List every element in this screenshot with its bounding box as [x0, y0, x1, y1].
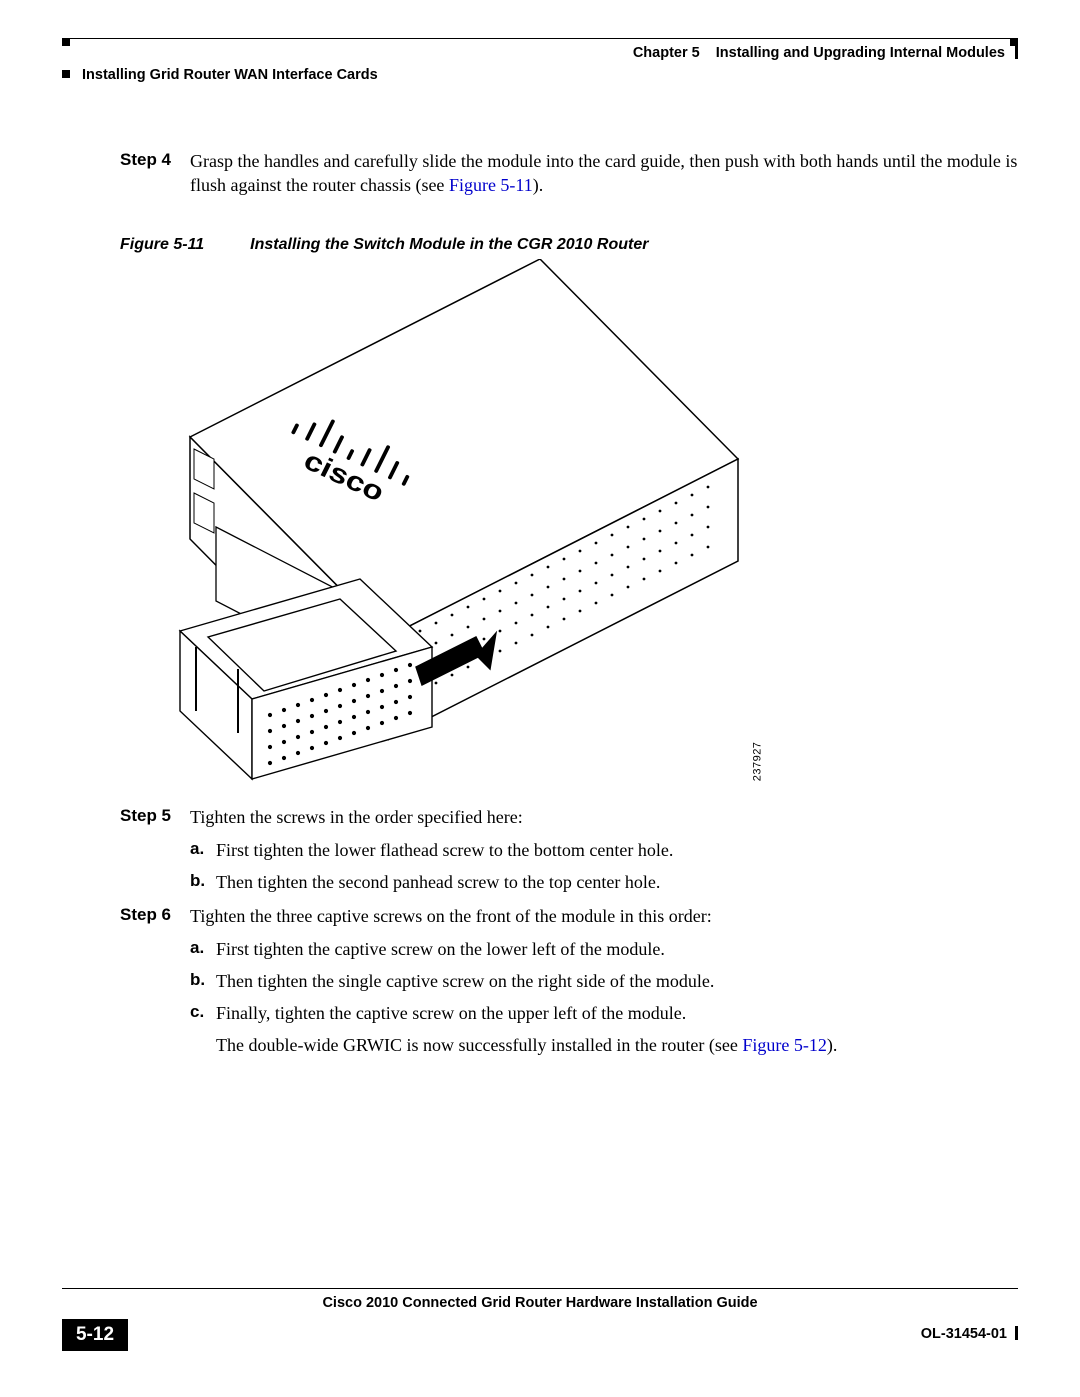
list-marker: b.	[190, 969, 216, 993]
footer-title: Cisco 2010 Connected Grid Router Hardwar…	[316, 1294, 763, 1314]
page-number: 5-12	[62, 1319, 128, 1351]
section-header: Installing Grid Router WAN Interface Car…	[62, 66, 1018, 86]
list-marker: b.	[190, 870, 216, 894]
figure-illustration: cisco	[120, 259, 750, 791]
step-label: Step 5	[62, 805, 190, 894]
document-id: OL-31454-01	[921, 1325, 1018, 1345]
list-item-text: First tighten the captive screw on the l…	[216, 937, 1018, 961]
step-label: Step 6	[62, 904, 190, 1057]
step-intro: Tighten the three captive screws on the …	[190, 904, 1018, 928]
router-module-illustration-svg: cisco	[120, 259, 750, 791]
figure-link[interactable]: Figure 5-12	[742, 1035, 827, 1055]
list-marker: c.	[190, 1001, 216, 1058]
step-intro: Tighten the screws in the order specifie…	[190, 805, 1018, 829]
figure-caption: Figure 5-11Installing the Switch Module …	[120, 234, 1018, 256]
page-footer: Cisco 2010 Connected Grid Router Hardwar…	[62, 1288, 1018, 1351]
list-marker: a.	[190, 838, 216, 862]
figure-id: 237927	[751, 742, 766, 782]
list-marker: a.	[190, 937, 216, 961]
step-6: Step 6 Tighten the three captive screws …	[62, 904, 1018, 1057]
step-label: Step 4	[62, 149, 190, 198]
header-rule	[62, 38, 1018, 46]
result-text-end: ).	[827, 1035, 838, 1055]
chapter-header: Chapter 5 Installing and Upgrading Inter…	[633, 44, 1018, 64]
figure-link[interactable]: Figure 5-11	[449, 175, 533, 195]
step-text: Grasp the handles and carefully slide th…	[190, 151, 1017, 195]
step-4: Step 4 Grasp the handles and carefully s…	[62, 149, 1018, 198]
result-text: The double-wide GRWIC is now successfull…	[216, 1035, 742, 1055]
list-item-text: Then tighten the second panhead screw to…	[216, 870, 1018, 894]
list-item-text: Then tighten the single captive screw on…	[216, 969, 1018, 993]
step-5: Step 5 Tighten the screws in the order s…	[62, 805, 1018, 894]
step-text-end: ).	[533, 175, 544, 195]
list-item-text: Finally, tighten the captive screw on th…	[216, 1001, 1018, 1025]
list-item-text: First tighten the lower flathead screw t…	[216, 838, 1018, 862]
